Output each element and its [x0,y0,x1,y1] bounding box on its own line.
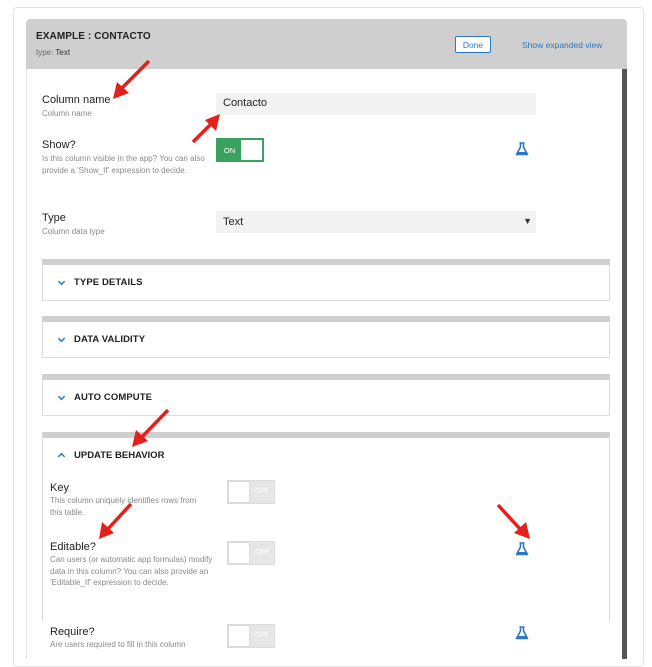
show-toggle[interactable]: ON [216,138,264,162]
show-toggle-knob: ON [218,140,241,160]
column-name-description: Column name [42,109,92,118]
section-title: UPDATE BEHAVIOR [74,450,165,461]
column-title: EXAMPLE : CONTACTO [36,31,151,42]
type-value: Text [55,48,71,57]
section-auto-compute[interactable]: AUTO COMPUTE [42,374,610,416]
show-label: Show? [42,139,76,151]
section-title: TYPE DETAILS [74,277,143,288]
section-type-details[interactable]: TYPE DETAILS [42,259,610,301]
caret-down-icon: ▼ [523,216,532,226]
type-select[interactable]: Text ▼ [216,211,536,233]
require-toggle-text: OFF [255,632,269,639]
section-update-behavior: UPDATE BEHAVIOR Key This column uniquely… [42,432,610,649]
require-label: Require? [50,626,95,638]
flask-icon[interactable] [515,542,529,556]
editable-toggle-knob [228,542,250,564]
section-title: AUTO COMPUTE [74,392,153,403]
done-button[interactable]: Done [455,36,491,53]
type-select-value: Text [223,216,244,228]
editable-toggle[interactable]: OFF [227,541,275,565]
type-label: Type [42,212,66,224]
column-name-input[interactable]: Contacto [216,93,536,115]
editable-label: Editable? [50,541,96,553]
type-description: Column data type [42,227,105,236]
show-expanded-view-link[interactable]: Show expanded view [522,40,602,50]
require-description: Are users required to fill in this colum… [50,640,186,649]
chevron-down-icon [57,395,66,401]
editable-toggle-text: OFF [255,549,269,556]
type-prefix: type: [36,48,54,57]
editable-description: Can users (or automatic app formulas) mo… [50,555,213,587]
column-name-label: Column name [42,94,111,106]
flask-icon[interactable] [515,626,529,640]
chevron-down-icon [57,337,66,343]
column-type-line: type: Text [36,48,70,57]
scrollbar[interactable] [622,69,627,659]
section-title: DATA VALIDITY [74,334,146,345]
flask-icon[interactable] [515,142,529,156]
section-update-behavior-header[interactable]: UPDATE BEHAVIOR [43,438,609,474]
key-toggle-text: OFF [255,488,269,495]
panel-header: EXAMPLE : CONTACTO type: Text Done Show … [26,19,627,69]
chevron-up-icon [57,452,66,458]
section-data-validity[interactable]: DATA VALIDITY [42,316,610,358]
key-toggle-knob [228,481,250,503]
panel-body: Column name Column name Contacto Show? I… [26,69,622,659]
show-description: Is this column visible in the app? You c… [42,154,205,175]
key-description: This column uniquely identifies rows fro… [50,496,197,517]
column-editor-panel: EXAMPLE : CONTACTO type: Text Done Show … [26,19,627,659]
key-label: Key [50,482,69,494]
require-toggle[interactable]: OFF [227,624,275,648]
chevron-down-icon [57,280,66,286]
key-toggle[interactable]: OFF [227,480,275,504]
